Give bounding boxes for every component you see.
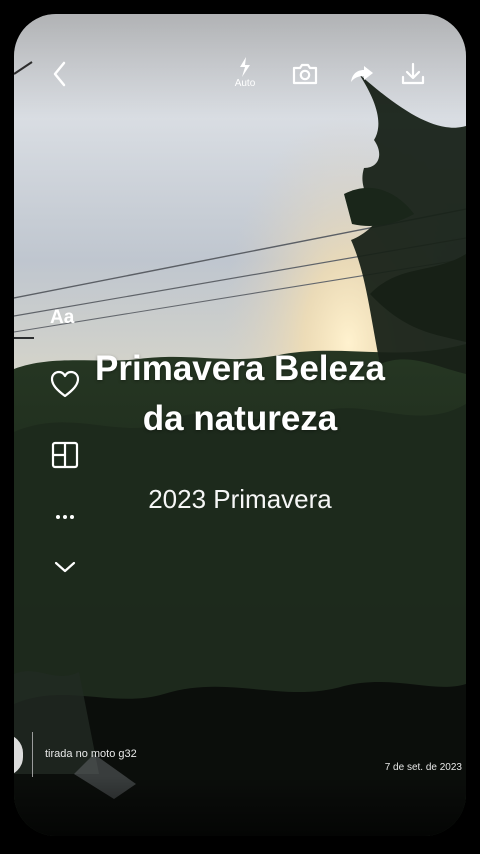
flash-icon [240, 57, 250, 77]
photo-title-line-1: Primavera Beleza [95, 349, 385, 388]
device-note: tirada no moto g32 [45, 748, 137, 760]
flash-button[interactable]: Auto [232, 56, 258, 92]
top-toolbar: Auto [14, 14, 466, 89]
photo-viewer: Auto Aa Primavera Beleza da natureza 202… [14, 14, 466, 836]
chevron-left-icon [53, 61, 66, 87]
collapse-button[interactable] [48, 550, 82, 584]
photo-subtitle: 2023 Primavera [148, 484, 332, 514]
download-button[interactable] [398, 60, 428, 88]
device-note-divider [32, 732, 33, 777]
camera-icon [292, 63, 318, 85]
text-style-label: Aa [50, 307, 75, 328]
camera-button[interactable] [290, 62, 320, 86]
text-style-button[interactable]: Aa [50, 307, 74, 329]
flash-mode-label: Auto [234, 78, 256, 89]
photo-title: Primavera Beleza da natureza [14, 344, 466, 444]
photo-date: 7 de set. de 2023 [384, 762, 462, 773]
chevron-down-icon [54, 561, 76, 573]
share-icon [351, 66, 373, 82]
bottom-info-bar [14, 776, 466, 836]
share-button[interactable] [348, 62, 376, 86]
photo-title-line-2: da natureza [142, 399, 338, 438]
download-icon [401, 62, 425, 85]
back-button[interactable] [50, 60, 70, 88]
